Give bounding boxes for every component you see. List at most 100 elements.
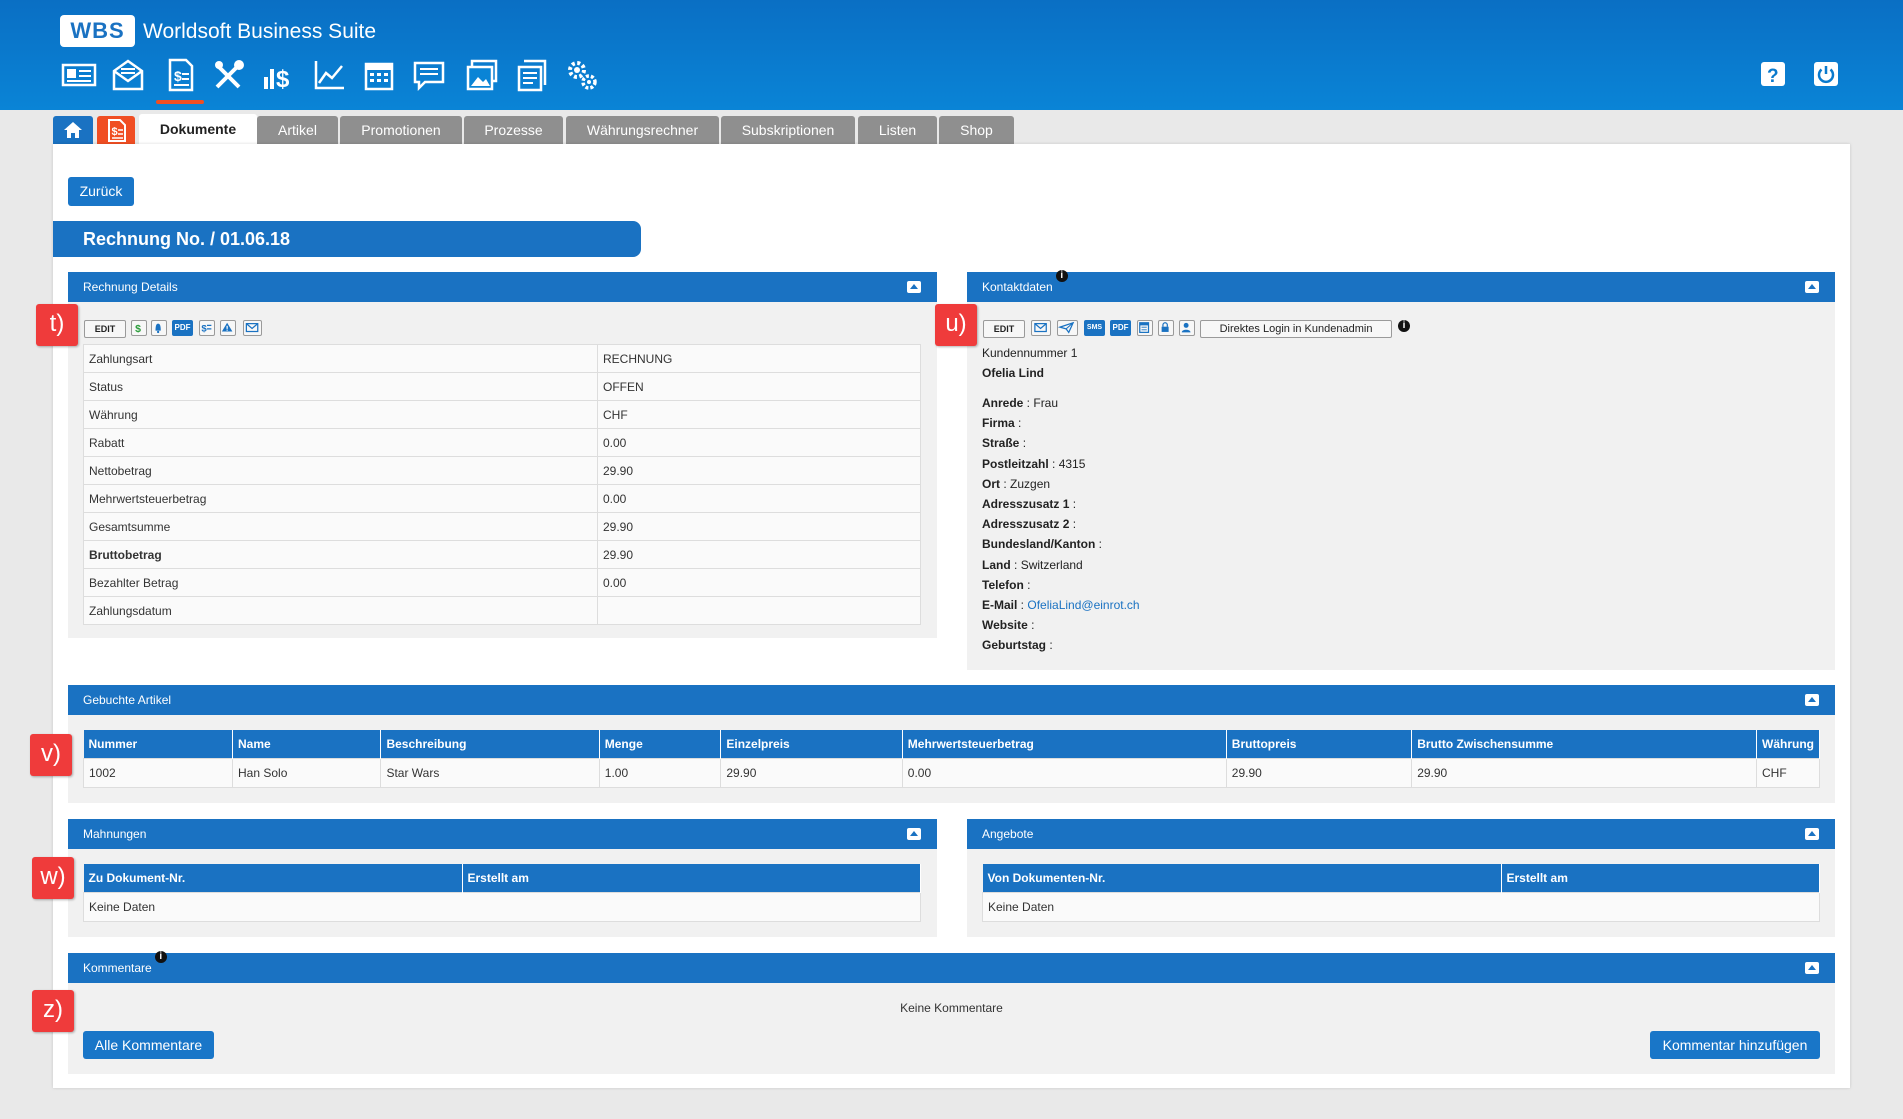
articles-header: Gebuchte Artikel — [68, 685, 1835, 715]
power-icon[interactable] — [1812, 60, 1840, 88]
help-icon[interactable]: ? — [1759, 60, 1787, 88]
svg-text:$: $ — [201, 324, 207, 335]
lock-icon[interactable] — [1158, 320, 1174, 336]
finance-icon[interactable]: $ — [261, 57, 297, 93]
collapse-icon[interactable] — [1805, 962, 1819, 974]
detail-label: Bezahlter Betrag — [83, 568, 598, 597]
contact-field: Bundesland/Kanton : — [982, 537, 1102, 551]
table-row[interactable]: 1002 Han Solo Star Wars 1.00 29.90 0.00 29.90 2… — [82, 758, 1820, 788]
table-cell: 29.90 — [1411, 758, 1757, 788]
wbs-logo[interactable]: WBS — [60, 15, 135, 47]
direct-login-button[interactable]: Direktes Login in Kundenadmin — [1200, 320, 1392, 338]
contact-field-label: Anrede — [982, 396, 1024, 410]
currency-convert-icon[interactable]: $ — [199, 320, 215, 336]
warning-icon[interactable] — [220, 320, 236, 336]
annotation-marker-w: w) — [32, 857, 74, 899]
add-comment-button[interactable]: Kommentar hinzufügen — [1650, 1031, 1820, 1059]
edit-button[interactable]: EDIT — [983, 320, 1025, 338]
annotation-marker-z: z) — [32, 990, 74, 1032]
contact-header: Kontaktdateni — [967, 270, 1835, 302]
tab-prozesse[interactable]: Prozesse — [464, 116, 563, 144]
invoice-icon[interactable] — [514, 57, 550, 93]
contact-field-label: Website — [982, 618, 1028, 632]
column-header[interactable]: Erstellt am — [1501, 864, 1820, 893]
chat-icon[interactable] — [411, 57, 447, 93]
column-header[interactable]: Nummer — [83, 730, 234, 759]
sms-icon[interactable]: SMS — [1084, 320, 1105, 336]
send-icon[interactable] — [1057, 320, 1078, 336]
column-header[interactable]: Brutto Zwischensumme — [1411, 730, 1757, 759]
reminder-bell-icon[interactable] — [151, 320, 167, 336]
gallery-icon[interactable] — [464, 57, 500, 93]
pdf-icon[interactable]: PDF — [1110, 320, 1131, 336]
table-row: Zahlungsart RECHNUNG — [83, 344, 921, 373]
offers-header: Angebote — [967, 819, 1835, 849]
separator: : — [1095, 537, 1103, 551]
collapse-icon[interactable] — [907, 828, 921, 840]
back-button[interactable]: Zurück — [68, 177, 134, 206]
detail-label: Zahlungsart — [83, 344, 598, 373]
info-icon[interactable]: i — [1055, 270, 1068, 282]
email-icon[interactable] — [243, 320, 262, 336]
column-header[interactable]: Name — [232, 730, 382, 759]
detail-value: 0.00 — [597, 568, 921, 597]
tab-artikel[interactable]: Artikel — [257, 116, 338, 144]
settings-icon[interactable] — [564, 57, 600, 93]
collapse-icon[interactable] — [1805, 281, 1819, 293]
contact-field-label: Adresszusatz 2 — [982, 517, 1070, 531]
calendar-icon[interactable] — [361, 57, 397, 93]
tab-listen[interactable]: Listen — [858, 116, 937, 144]
contact-field: Ort : Zuzgen — [982, 477, 1050, 491]
collapse-icon[interactable] — [1805, 694, 1819, 706]
collapse-icon[interactable] — [1805, 828, 1819, 840]
detail-label: Währung — [83, 400, 598, 429]
tab-shop[interactable]: Shop — [939, 116, 1014, 144]
documents-module-tab[interactable]: $ — [97, 116, 135, 144]
contact-field: Geburtstag : — [982, 638, 1053, 652]
column-header[interactable]: Beschreibung — [380, 730, 600, 759]
separator: : — [1010, 558, 1021, 572]
collapse-icon[interactable] — [907, 281, 921, 293]
column-header[interactable]: Währung — [1756, 730, 1820, 759]
contact-field: Anrede : Frau — [982, 396, 1058, 410]
tools-icon[interactable] — [211, 57, 247, 93]
all-comments-button[interactable]: Alle Kommentare — [83, 1031, 214, 1059]
payment-icon[interactable]: $ — [131, 320, 147, 336]
column-header[interactable]: Einzelpreis — [720, 730, 903, 759]
pdf-icon[interactable]: PDF — [172, 320, 193, 336]
annotation-marker-v: v) — [30, 734, 72, 776]
mail-icon[interactable] — [110, 57, 146, 93]
column-header[interactable]: Bruttopreis — [1226, 730, 1413, 759]
home-tab[interactable] — [53, 116, 93, 144]
column-header[interactable]: Erstellt am — [462, 864, 921, 893]
documents-icon: $ — [108, 119, 126, 142]
email-link[interactable]: OfeliaLind@einrot.ch — [1027, 598, 1139, 612]
statistics-icon[interactable] — [311, 57, 347, 93]
separator: : — [1017, 598, 1028, 612]
edit-button[interactable]: EDIT — [84, 320, 126, 338]
table-cell: 0.00 — [901, 758, 1227, 788]
table-row: Status OFFEN — [83, 372, 921, 401]
calendar-icon[interactable] — [1137, 320, 1153, 336]
svg-text:$: $ — [276, 66, 290, 93]
contacts-icon[interactable] — [61, 57, 97, 93]
tab-promotionen[interactable]: Promotionen — [340, 116, 462, 144]
info-icon[interactable]: i — [154, 951, 167, 963]
tab-dokumente[interactable]: Dokumente — [139, 114, 257, 144]
email-icon[interactable] — [1031, 320, 1051, 336]
svg-text:$: $ — [174, 68, 182, 84]
column-header[interactable]: Menge — [599, 730, 722, 759]
offers-title: Angebote — [982, 827, 1034, 841]
documents-icon[interactable]: $ — [162, 57, 198, 93]
tab-waehrungsrechner[interactable]: Währungsrechner — [566, 116, 719, 144]
tab-subskriptionen[interactable]: Subskriptionen — [721, 116, 855, 144]
svg-text:?: ? — [1767, 66, 1779, 87]
user-icon[interactable] — [1179, 320, 1195, 336]
column-header[interactable]: Mehrwertsteuerbetrag — [902, 730, 1227, 759]
contact-field-label: Adresszusatz 1 — [982, 497, 1070, 511]
svg-text:$: $ — [135, 323, 141, 335]
column-header[interactable]: Von Dokumenten-Nr. — [982, 864, 1502, 893]
separator: : — [1027, 618, 1035, 632]
column-header[interactable]: Zu Dokument-Nr. — [83, 864, 463, 893]
info-icon[interactable]: i — [1398, 320, 1410, 332]
